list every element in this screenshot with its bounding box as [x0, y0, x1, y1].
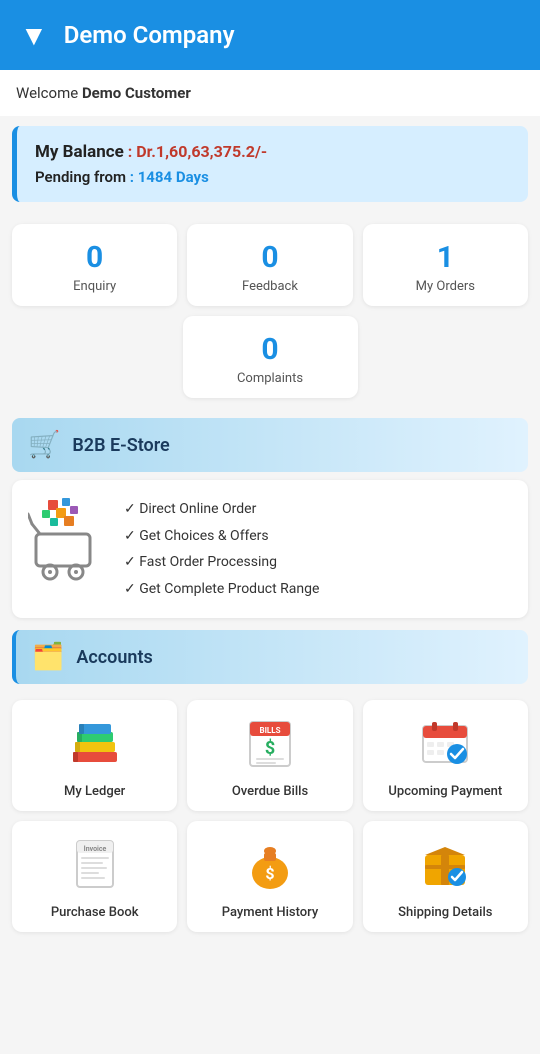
feedback-count: 0 — [195, 240, 344, 275]
purchase-book-label: Purchase Book — [51, 905, 139, 920]
company-dropdown-icon[interactable]: ▼ — [20, 19, 48, 52]
b2b-section-label: B2B E-Store — [72, 435, 169, 456]
balance-row: My Balance : Dr.1,60,63,375.2/- — [35, 142, 510, 162]
pending-days: : 1484 Days — [130, 168, 209, 186]
accounts-icon: 🗂️ — [32, 642, 64, 672]
accounts-section-header: 🗂️ Accounts — [12, 630, 528, 684]
balance-amount: : Dr.1,60,63,375.2/- — [128, 142, 267, 161]
b2b-feature-3: Fast Order Processing — [124, 549, 319, 576]
welcome-bar: Welcome Demo Customer — [0, 70, 540, 116]
purchase-book-card[interactable]: Invoice Purchase Book — [12, 821, 177, 932]
b2b-feature-2: Get Choices & Offers — [124, 523, 319, 550]
svg-text:$: $ — [265, 738, 275, 759]
my-orders-label: My Orders — [371, 279, 520, 294]
balance-label: My Balance — [35, 142, 124, 162]
stat-card-feedback[interactable]: 0 Feedback — [187, 224, 352, 306]
customer-name: Demo Customer — [82, 84, 191, 102]
stat-card-complaints[interactable]: 0 Complaints — [183, 316, 358, 398]
svg-text:BILLS: BILLS — [259, 726, 280, 735]
shipping-box-icon-svg — [417, 837, 473, 893]
upcoming-payment-card[interactable]: Upcoming Payment — [363, 700, 528, 811]
upcoming-payment-label: Upcoming Payment — [388, 784, 502, 799]
svg-text:$: $ — [265, 864, 274, 883]
stats-grid: 0 Enquiry 0 Feedback 1 My Orders — [0, 212, 540, 306]
svg-text:Invoice: Invoice — [83, 845, 106, 853]
money-bag-icon-svg: $ — [242, 837, 298, 893]
company-name: Demo Company — [64, 21, 235, 49]
invoice-icon-svg: Invoice — [67, 837, 123, 893]
shipping-details-label: Shipping Details — [398, 905, 492, 920]
shipping-details-card[interactable]: Shipping Details — [363, 821, 528, 932]
stat-card-enquiry[interactable]: 0 Enquiry — [12, 224, 177, 306]
feedback-label: Feedback — [195, 279, 344, 294]
b2b-feature-1: Direct Online Order — [124, 496, 319, 523]
complaints-count: 0 — [191, 332, 350, 367]
pending-label: Pending from — [35, 168, 126, 186]
b2b-features-list: Direct Online Order Get Choices & Offers… — [124, 496, 319, 602]
my-orders-count: 1 — [371, 240, 520, 275]
b2b-cart-svg — [28, 496, 108, 586]
stats-grid-bottom: 0 Complaints — [0, 306, 540, 410]
b2b-card[interactable]: Direct Online Order Get Choices & Offers… — [12, 480, 528, 618]
complaints-label: Complaints — [191, 371, 350, 386]
overdue-bills-card[interactable]: BILLS $ Overdue Bills — [187, 700, 352, 811]
accounts-grid-row2: Invoice Purchase Book $ Payment History — [0, 811, 540, 948]
balance-card: My Balance : Dr.1,60,63,375.2/- Pending … — [12, 126, 528, 202]
balance-pending-row: Pending from : 1484 Days — [35, 168, 510, 186]
payment-history-label: Payment History — [222, 905, 318, 920]
my-ledger-label: My Ledger — [64, 784, 125, 799]
cart-icon: 🛒 — [28, 430, 60, 460]
accounts-section-label: Accounts — [76, 647, 152, 668]
b2b-feature-4: Get Complete Product Range — [124, 576, 319, 603]
ledger-icon-svg — [67, 716, 123, 772]
my-ledger-card[interactable]: My Ledger — [12, 700, 177, 811]
payment-history-card[interactable]: $ Payment History — [187, 821, 352, 932]
accounts-grid-row1: My Ledger BILLS $ Overdue Bills — [0, 692, 540, 811]
enquiry-label: Enquiry — [20, 279, 169, 294]
enquiry-count: 0 — [20, 240, 169, 275]
upcoming-payment-icon-svg — [417, 716, 473, 772]
welcome-prefix: Welcome — [16, 84, 78, 102]
bills-icon-svg: BILLS $ — [242, 716, 298, 772]
overdue-bills-label: Overdue Bills — [232, 784, 308, 799]
b2b-shopping-illustration — [28, 496, 108, 602]
stat-card-my-orders[interactable]: 1 My Orders — [363, 224, 528, 306]
b2b-section-header: 🛒 B2B E-Store — [12, 418, 528, 472]
app-header: ▼ Demo Company — [0, 0, 540, 70]
